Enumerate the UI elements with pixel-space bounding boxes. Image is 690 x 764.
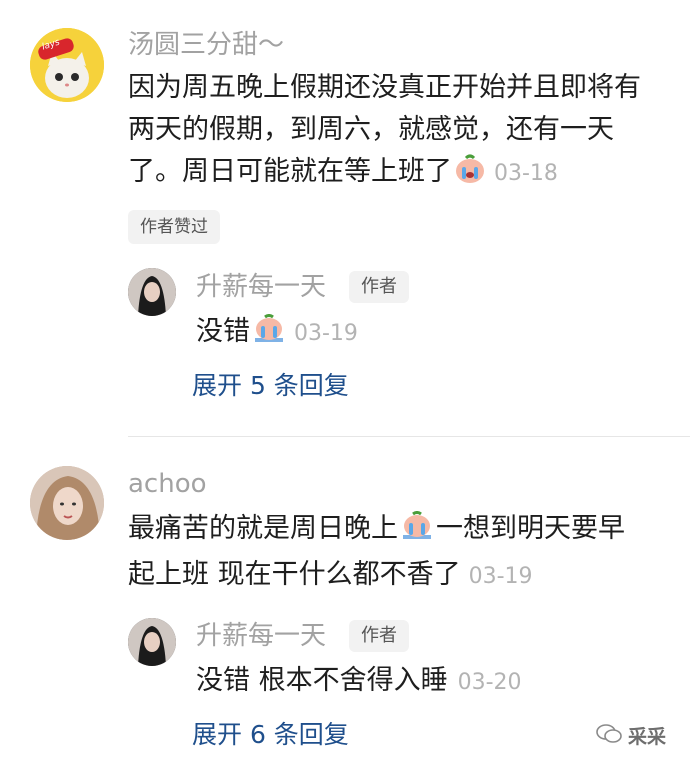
avatar[interactable]: [30, 466, 104, 540]
avatar-portrait-image: [128, 618, 176, 666]
reply-avatar[interactable]: [128, 618, 176, 666]
expand-replies-button[interactable]: 展开 6 条回复: [192, 720, 349, 750]
crying-emoji-icon: [454, 154, 486, 197]
comment-text-line: 起上班 现在干什么都不香了 03-19: [128, 554, 625, 598]
comment-text-line: 了。周日可能就在等上班了 03-18: [128, 151, 641, 197]
reply-text: 没错 03-19: [196, 311, 358, 357]
reply-text-segment: 没错: [196, 316, 250, 347]
comment-date: 03-18: [494, 161, 558, 186]
author-badge: 作者: [349, 271, 409, 303]
comment-text-line: 最痛苦的就是周日晚上 一想到明天要早: [128, 508, 625, 554]
divider: [128, 436, 690, 437]
reply-username[interactable]: 升薪每一天: [196, 621, 326, 651]
reply-date: 03-19: [294, 321, 358, 346]
wechat-icon: [596, 723, 622, 749]
comment-text: 最痛苦的就是周日晚上 一想到明天要早 起上班 现在干什么都不香了 03-19: [128, 508, 625, 598]
avatar[interactable]: lays: [30, 28, 104, 102]
author-badge: 作者: [349, 620, 409, 652]
reply-avatar[interactable]: [128, 268, 176, 316]
comment-text-segment: 一想到明天要早: [436, 513, 625, 544]
watermark: 采采: [596, 722, 666, 749]
watermark-text: 采采: [628, 726, 667, 748]
reply-username[interactable]: 升薪每一天: [196, 272, 326, 302]
reply-date: 03-20: [457, 670, 522, 695]
comment-date: 03-19: [468, 564, 533, 589]
comment-text-line: 因为周五晚上假期还没真正开始并且即将有: [128, 72, 641, 103]
crying-emoji-icon: [252, 314, 286, 357]
author-liked-badge: 作者赞过: [128, 210, 220, 244]
comment-text-segment: 最痛苦的就是周日晚上: [128, 513, 398, 544]
comment-username[interactable]: achoo: [128, 469, 207, 499]
comment-username[interactable]: 汤圆三分甜～: [128, 30, 284, 60]
reply-text: 没错 根本不舍得入睡 03-20: [196, 660, 522, 704]
comment-text-segment: 起上班 现在干什么都不香了: [128, 559, 461, 590]
avatar-cat-image: [30, 28, 104, 102]
comment-text-segment: 了。周日可能就在等上班了: [128, 156, 452, 187]
expand-replies-button[interactable]: 展开 5 条回复: [192, 371, 349, 401]
avatar-portrait-image: [128, 268, 176, 316]
avatar-portrait-image: [30, 466, 104, 540]
reply-text-segment: 没错 根本不舍得入睡: [196, 665, 448, 696]
crying-emoji-icon: [400, 511, 434, 554]
comment-text: 因为周五晚上假期还没真正开始并且即将有 两天的假期，到周六，就感觉，还有一天 了…: [128, 67, 641, 197]
comment-text-line: 两天的假期，到周六，就感觉，还有一天: [128, 114, 614, 145]
